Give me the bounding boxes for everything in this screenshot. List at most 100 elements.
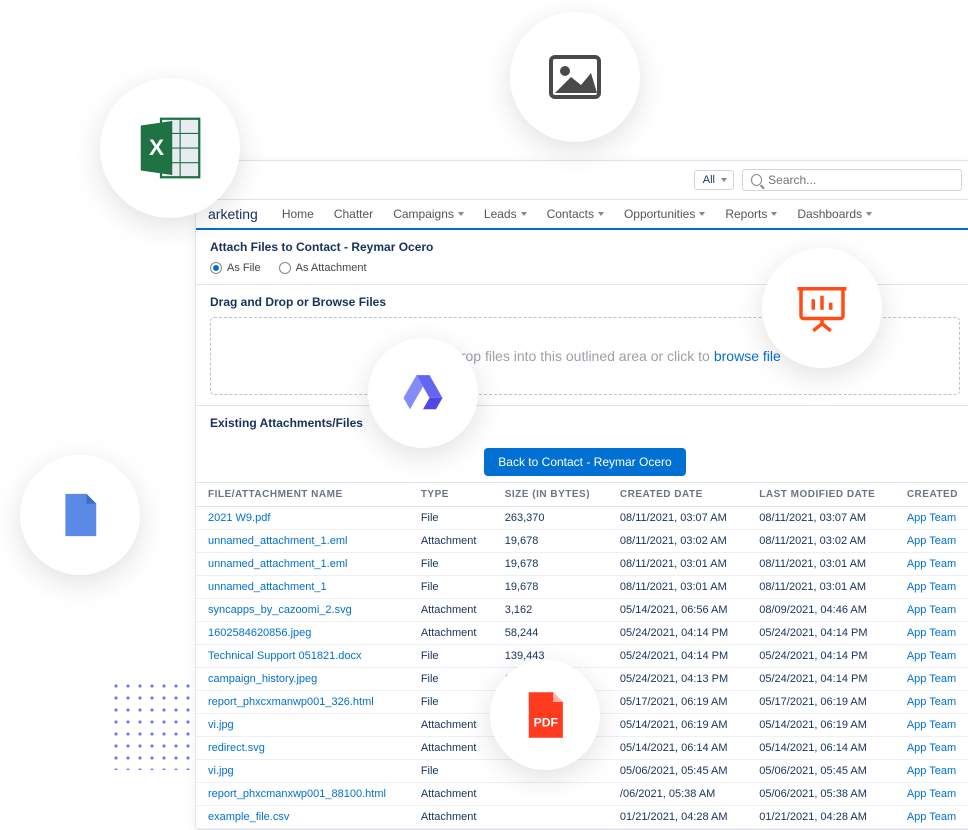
nav-item-leads[interactable]: Leads [474, 207, 537, 221]
cell-name: 2021 W9.pdf [196, 507, 409, 530]
nav-item-campaigns[interactable]: Campaigns [383, 207, 474, 221]
search-scope-select[interactable]: All [694, 170, 734, 190]
nav-item-dashboards[interactable]: Dashboards [787, 207, 882, 221]
file-link[interactable]: report_phxcmanxwp001_88100.html [208, 788, 386, 800]
cell-name: Technical Support 051821.docx [196, 645, 409, 668]
creator-link[interactable]: App Team [907, 673, 956, 685]
nav-item-opportunities[interactable]: Opportunities [614, 207, 715, 221]
cell-type: Attachment [409, 714, 493, 737]
file-link[interactable]: unnamed_attachment_1.eml [208, 535, 347, 547]
chevron-down-icon [458, 212, 464, 216]
cell-name: example_file.csv [196, 806, 409, 829]
cell-creator: App Team [895, 806, 968, 829]
nav-item-contacts[interactable]: Contacts [537, 207, 614, 221]
file-link[interactable]: example_file.csv [208, 811, 289, 823]
cell-modified: 05/14/2021, 06:19 AM [747, 714, 895, 737]
cell-modified: 05/06/2021, 05:45 AM [747, 760, 895, 783]
file-link[interactable]: redirect.svg [208, 742, 265, 754]
creator-link[interactable]: App Team [907, 581, 956, 593]
file-link[interactable]: syncapps_by_cazoomi_2.svg [208, 604, 352, 616]
cell-created: 08/11/2021, 03:01 AM [608, 576, 747, 599]
creator-link[interactable]: App Team [907, 650, 956, 662]
creator-link[interactable]: App Team [907, 535, 956, 547]
table-row: unnamed_attachment_1File19,67808/11/2021… [196, 576, 968, 599]
cell-creator: App Team [895, 599, 968, 622]
cell-created: /06/2021, 05:38 AM [608, 783, 747, 806]
creator-link[interactable]: App Team [907, 627, 956, 639]
image-icon [510, 12, 640, 142]
creator-link[interactable]: App Team [907, 742, 956, 754]
cell-modified: 08/11/2021, 03:01 AM [747, 576, 895, 599]
cell-size: 263,370 [493, 507, 608, 530]
cell-creator: App Team [895, 691, 968, 714]
creator-link[interactable]: App Team [907, 811, 956, 823]
attachments-table: File/Attachment Name Type Size (in Bytes… [196, 482, 968, 829]
col-created: Created Date [608, 483, 747, 507]
cell-modified: 08/11/2021, 03:02 AM [747, 530, 895, 553]
cell-name: 1602584620856.jpeg [196, 622, 409, 645]
cell-name: syncapps_by_cazoomi_2.svg [196, 599, 409, 622]
cell-size: 58,244 [493, 622, 608, 645]
browse-file-link[interactable]: browse file [714, 348, 781, 364]
chevron-down-icon [771, 212, 777, 216]
table-row: unnamed_attachment_1.emlFile19,67808/11/… [196, 553, 968, 576]
nav-item-label: Campaigns [393, 207, 454, 221]
cell-type: File [409, 507, 493, 530]
cell-size: 3,162 [493, 599, 608, 622]
creator-link[interactable]: App Team [907, 558, 956, 570]
cell-creator: App Team [895, 760, 968, 783]
search-input[interactable] [768, 173, 953, 187]
cell-modified: 08/09/2021, 04:46 AM [747, 599, 895, 622]
nav-item-chatter[interactable]: Chatter [324, 207, 383, 221]
cell-modified: 08/11/2021, 03:07 AM [747, 507, 895, 530]
file-link[interactable]: vi.jpg [208, 719, 234, 731]
radio-as-attachment-label: As Attachment [296, 262, 367, 274]
creator-link[interactable]: App Team [907, 512, 956, 524]
cell-name: unnamed_attachment_1.eml [196, 530, 409, 553]
chevron-down-icon [598, 212, 604, 216]
nav-item-label: Opportunities [624, 207, 695, 221]
nav-item-label: Reports [725, 207, 767, 221]
cell-created: 05/06/2021, 05:45 AM [608, 760, 747, 783]
chevron-down-icon [699, 212, 705, 216]
cell-name: vi.jpg [196, 760, 409, 783]
cell-type: File [409, 553, 493, 576]
creator-link[interactable]: App Team [907, 604, 956, 616]
nav-item-reports[interactable]: Reports [715, 207, 787, 221]
cell-size [493, 783, 608, 806]
cell-modified: 05/24/2021, 04:14 PM [747, 622, 895, 645]
cell-type: Attachment [409, 599, 493, 622]
back-to-contact-button[interactable]: Back to Contact - Reymar Ocero [484, 448, 685, 476]
creator-link[interactable]: App Team [907, 696, 956, 708]
cell-name: redirect.svg [196, 737, 409, 760]
nav-item-label: Home [282, 207, 314, 221]
table-row: Technical Support 051821.docxFile139,443… [196, 645, 968, 668]
file-link[interactable]: vi.jpg [208, 765, 234, 777]
file-link[interactable]: 1602584620856.jpeg [208, 627, 311, 639]
file-link[interactable]: 2021 W9.pdf [208, 512, 270, 524]
cell-created: 08/11/2021, 03:02 AM [608, 530, 747, 553]
cell-created: 05/24/2021, 04:13 PM [608, 668, 747, 691]
cell-type: File [409, 645, 493, 668]
table-row: report_phxcmanxwp001_88100.htmlAttachmen… [196, 783, 968, 806]
radio-as-attachment[interactable]: As Attachment [279, 262, 367, 274]
cell-name: vi.jpg [196, 714, 409, 737]
file-link[interactable]: unnamed_attachment_1 [208, 581, 327, 593]
creator-link[interactable]: App Team [907, 765, 956, 777]
creator-link[interactable]: App Team [907, 788, 956, 800]
top-bar: All [196, 161, 968, 200]
global-search[interactable] [742, 169, 962, 191]
chevron-down-icon [521, 212, 527, 216]
creator-link[interactable]: App Team [907, 719, 956, 731]
radio-as-file[interactable]: As File [210, 262, 261, 274]
cell-name: campaign_history.jpeg [196, 668, 409, 691]
drive-icon [368, 338, 478, 448]
file-link[interactable]: unnamed_attachment_1.eml [208, 558, 347, 570]
file-link[interactable]: Technical Support 051821.docx [208, 650, 362, 662]
file-link[interactable]: report_phxcxmanwp001_326.html [208, 696, 374, 708]
cell-creator: App Team [895, 714, 968, 737]
table-header-row: File/Attachment Name Type Size (in Bytes… [196, 483, 968, 507]
cell-name: report_phxcxmanwp001_326.html [196, 691, 409, 714]
file-link[interactable]: campaign_history.jpeg [208, 673, 317, 685]
nav-item-home[interactable]: Home [272, 207, 324, 221]
